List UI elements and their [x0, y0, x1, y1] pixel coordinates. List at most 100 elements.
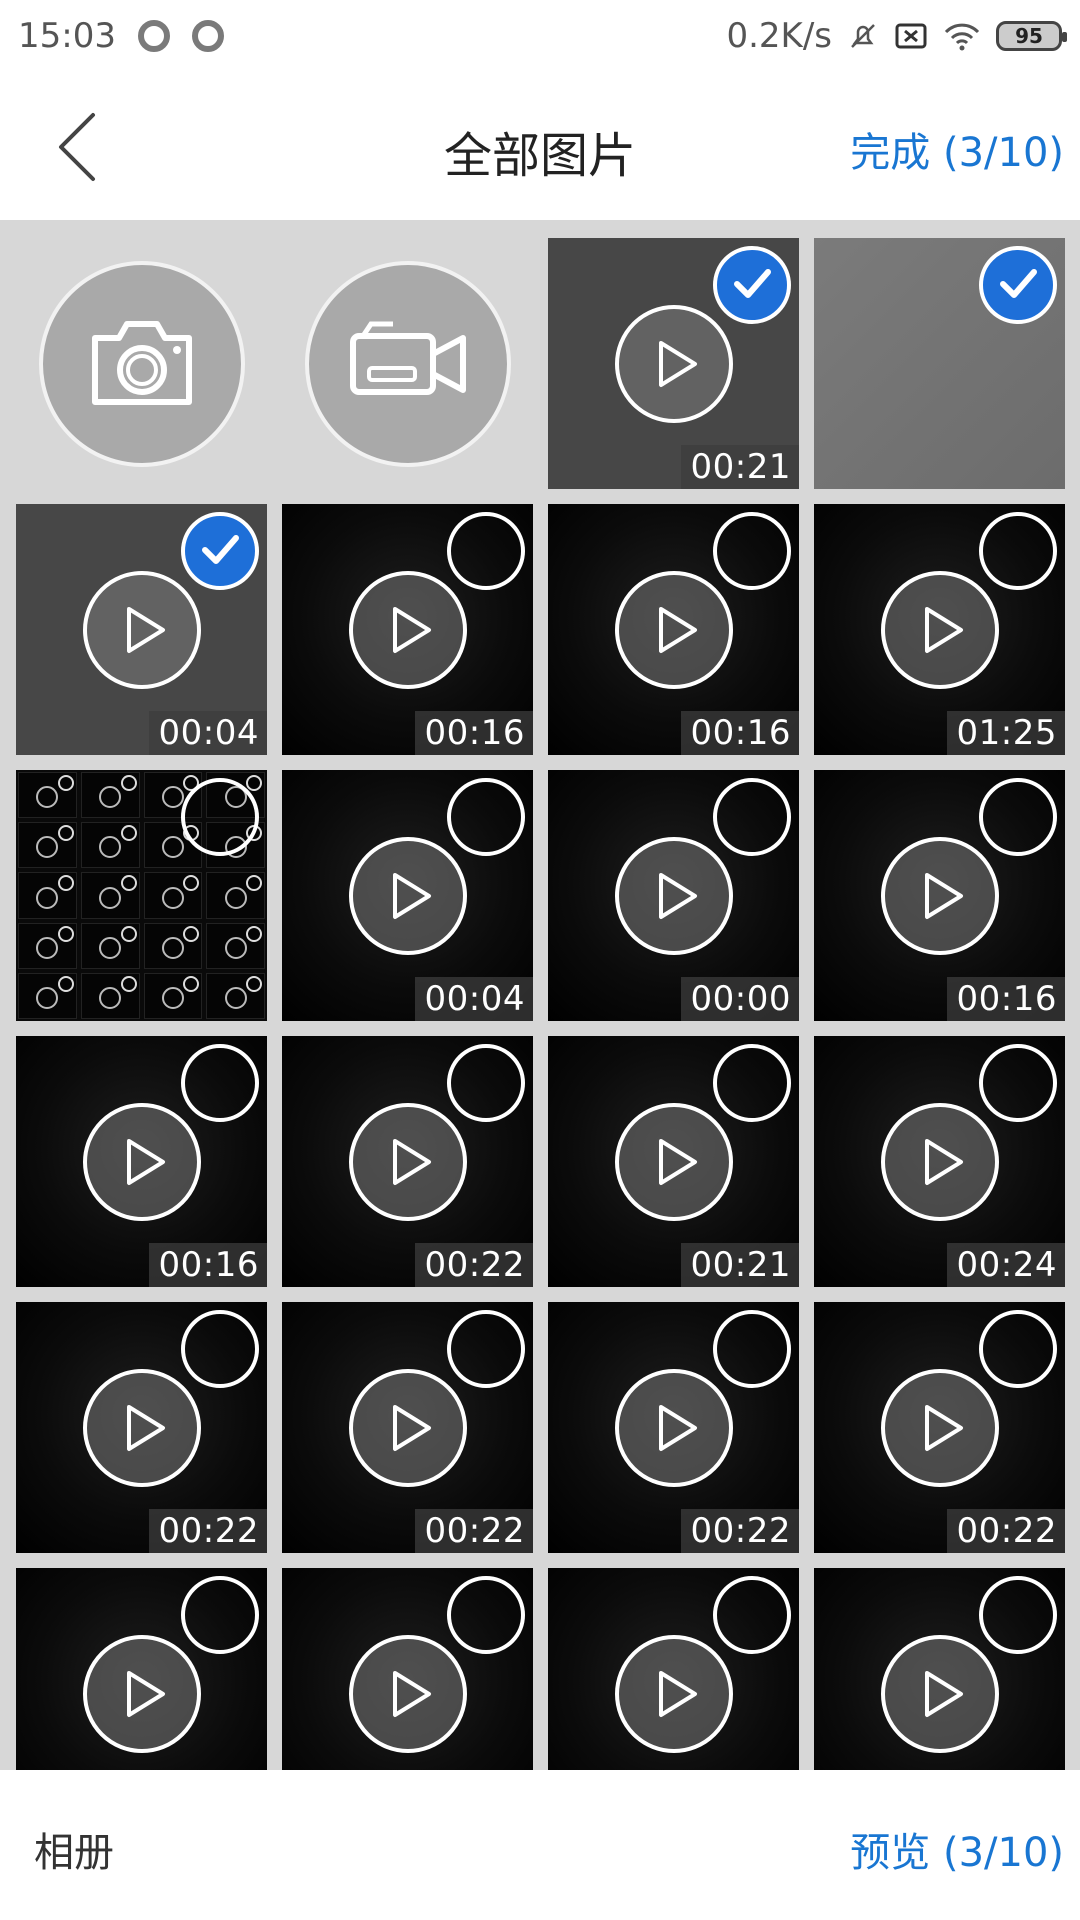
album-button[interactable]: 相册	[34, 1820, 114, 1878]
checkmark-icon	[197, 526, 243, 576]
video-thumbnail[interactable]: 00:22	[16, 1302, 267, 1553]
video-thumbnail[interactable]: 00:16	[548, 504, 799, 755]
battery-icon: 95	[996, 21, 1067, 51]
video-thumbnail[interactable]: 00:22	[814, 1302, 1065, 1553]
select-checkbox[interactable]	[447, 1310, 525, 1388]
video-duration: 00:22	[946, 1509, 1065, 1553]
camera-icon	[87, 316, 197, 412]
video-duration: 00:16	[680, 711, 799, 755]
video-duration: 00:21	[680, 1243, 799, 1287]
image-thumbnail[interactable]	[814, 238, 1065, 489]
select-checkbox[interactable]	[713, 512, 791, 590]
video-duration: 00:04	[148, 711, 267, 755]
play-icon	[82, 570, 201, 689]
checked-checkbox[interactable]	[713, 246, 791, 324]
record-video-button[interactable]	[282, 238, 533, 489]
video-duration: 00:21	[680, 445, 799, 489]
play-icon	[614, 1634, 733, 1753]
media-grid-area[interactable]: 00:21 00:04 00:16 00:16 01:25 00:04 00:00 00:16…	[0, 220, 1080, 1770]
notification-dot-icon	[191, 20, 224, 52]
battery-level: 95	[1015, 24, 1043, 48]
play-icon	[880, 1368, 999, 1487]
mini-thumbnail	[206, 872, 265, 919]
select-checkbox[interactable]	[979, 1044, 1057, 1122]
video-duration: 00:04	[414, 977, 533, 1021]
video-duration: 00:16	[414, 711, 533, 755]
select-checkbox[interactable]	[181, 1044, 259, 1122]
select-checkbox[interactable]	[447, 1044, 525, 1122]
video-duration: 00:22	[680, 1509, 799, 1553]
mini-thumbnail	[18, 822, 77, 869]
video-duration: 01:25	[946, 711, 1065, 755]
image-thumbnail[interactable]	[16, 770, 267, 1021]
video-thumbnail[interactable]: 00:22	[282, 1036, 533, 1287]
select-checkbox[interactable]	[979, 512, 1057, 590]
checked-checkbox[interactable]	[979, 246, 1057, 324]
play-icon	[82, 1634, 201, 1753]
video-thumbnail[interactable]: 00:21	[548, 1036, 799, 1287]
mini-thumbnail	[80, 872, 140, 919]
video-thumbnail[interactable]: 00:22	[548, 1302, 799, 1553]
select-checkbox[interactable]	[447, 1576, 525, 1654]
video-thumbnail[interactable]	[282, 1568, 533, 1770]
video-thumbnail[interactable]: 00:21	[548, 238, 799, 489]
preview-button[interactable]: 预览 (3/10)	[850, 1820, 1064, 1878]
mini-thumbnail	[18, 972, 77, 1019]
select-checkbox[interactable]	[713, 1044, 791, 1122]
checkmark-icon	[995, 260, 1041, 310]
video-thumbnail[interactable]: 00:04	[282, 770, 533, 1021]
status-left: 15:03	[18, 16, 224, 56]
play-icon	[880, 570, 999, 689]
select-checkbox[interactable]	[181, 1576, 259, 1654]
video-thumbnail[interactable]: 00:00	[548, 770, 799, 1021]
video-duration: 00:22	[414, 1243, 533, 1287]
video-camera-icon	[343, 316, 473, 412]
notification-dot-icon	[137, 20, 170, 52]
play-icon	[614, 1102, 733, 1221]
video-duration: 00:22	[414, 1509, 533, 1553]
select-checkbox[interactable]	[713, 1576, 791, 1654]
play-icon	[614, 1368, 733, 1487]
play-icon	[880, 836, 999, 955]
video-thumbnail[interactable]: 00:16	[16, 1036, 267, 1287]
select-checkbox[interactable]	[447, 778, 525, 856]
checkmark-icon	[729, 260, 775, 310]
video-thumbnail[interactable]	[814, 1568, 1065, 1770]
video-thumbnail[interactable]: 01:25	[814, 504, 1065, 755]
mini-thumbnail	[80, 972, 140, 1019]
video-thumbnail[interactable]: 00:22	[282, 1302, 533, 1553]
play-icon	[348, 1634, 467, 1753]
select-checkbox[interactable]	[979, 1576, 1057, 1654]
select-checkbox[interactable]	[181, 778, 259, 856]
select-checkbox[interactable]	[979, 778, 1057, 856]
select-checkbox[interactable]	[181, 1310, 259, 1388]
select-checkbox[interactable]	[447, 512, 525, 590]
play-icon	[348, 836, 467, 955]
video-thumbnail[interactable]	[548, 1568, 799, 1770]
mini-thumbnail	[18, 922, 77, 969]
play-icon	[348, 1102, 467, 1221]
camera-icon-circle	[38, 260, 245, 467]
play-icon	[348, 1368, 467, 1487]
video-thumbnail[interactable]: 00:16	[282, 504, 533, 755]
mini-thumbnail	[18, 872, 77, 919]
select-checkbox[interactable]	[713, 1310, 791, 1388]
mini-thumbnail	[143, 972, 203, 1019]
video-thumbnail[interactable]	[16, 1568, 267, 1770]
take-photo-button[interactable]	[16, 238, 267, 489]
play-icon	[82, 1368, 201, 1487]
select-checkbox[interactable]	[713, 778, 791, 856]
video-thumbnail[interactable]: 00:16	[814, 770, 1065, 1021]
checked-checkbox[interactable]	[181, 512, 259, 590]
mini-thumbnail	[18, 772, 77, 819]
video-thumbnail[interactable]: 00:24	[814, 1036, 1065, 1287]
video-duration: 00:24	[946, 1243, 1065, 1287]
wifi-icon	[942, 20, 982, 52]
mini-thumbnail	[143, 872, 203, 919]
video-thumbnail[interactable]: 00:04	[16, 504, 267, 755]
select-checkbox[interactable]	[979, 1310, 1057, 1388]
done-button[interactable]: 完成 (3/10)	[850, 120, 1064, 178]
play-icon	[614, 570, 733, 689]
status-time: 15:03	[18, 16, 116, 56]
mini-thumbnail	[80, 772, 140, 819]
